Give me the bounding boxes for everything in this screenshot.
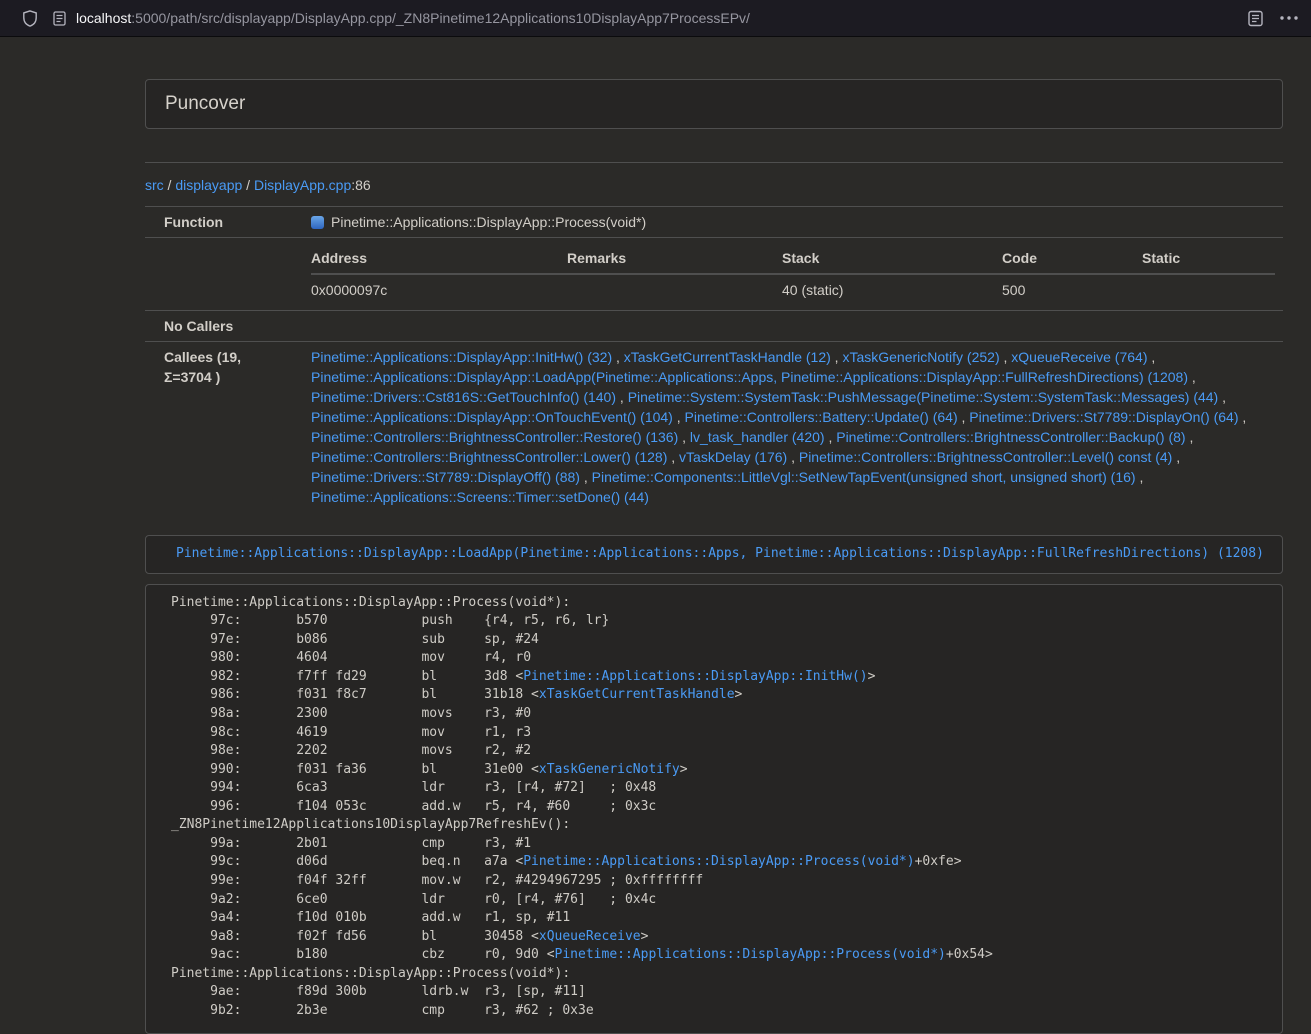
divider: [145, 162, 1283, 163]
reader-view-icon[interactable]: [1248, 10, 1263, 27]
callee-link[interactable]: xTaskGetCurrentTaskHandle (12): [624, 349, 831, 365]
callee-link[interactable]: Pinetime::Components::LittleVgl::SetNewT…: [592, 469, 1136, 485]
code-symbol-link[interactable]: xTaskGenericNotify: [539, 762, 680, 777]
breadcrumb-separator: /: [164, 177, 176, 193]
breadcrumb-link-displayapp[interactable]: displayapp: [175, 177, 242, 193]
function-signature: Pinetime::Applications::DisplayApp::Proc…: [331, 214, 646, 230]
code-symbol-link[interactable]: Pinetime::Applications::DisplayApp::Proc…: [523, 854, 914, 869]
symbol-table: Function Pinetime::Applications::Display…: [145, 206, 1283, 512]
callees-label: Callees (19, Σ=3704 ): [145, 342, 292, 513]
callee-link[interactable]: xQueueReceive (764): [1011, 349, 1147, 365]
callee-link[interactable]: Pinetime::Controllers::BrightnessControl…: [311, 429, 678, 445]
address-table: Address Remarks Stack Code Static 0x0000…: [311, 243, 1275, 305]
callee-link[interactable]: lv_task_handler (420): [690, 429, 825, 445]
remarks-value: [567, 274, 782, 305]
address-row: 0x0000097c 40 (static) 500: [311, 274, 1275, 305]
callee-link[interactable]: Pinetime::Applications::DisplayApp::Load…: [311, 369, 1188, 385]
url-path: :5000/path/src/displayapp/DisplayApp.cpp…: [131, 10, 750, 26]
callee-link[interactable]: vTaskDelay (176): [679, 449, 787, 465]
callee-link[interactable]: Pinetime::Controllers::Battery::Update()…: [685, 409, 958, 425]
code-symbol-link[interactable]: xQueueReceive: [539, 929, 641, 944]
breadcrumb: src / displayapp / DisplayApp.cpp:86: [145, 177, 1283, 193]
highlighted-callee-box: Pinetime::Applications::DisplayApp::Load…: [145, 535, 1283, 574]
highlighted-callee-link[interactable]: Pinetime::Applications::DisplayApp::Load…: [176, 546, 1264, 561]
breadcrumb-link-src[interactable]: src: [145, 177, 164, 193]
code-symbol-link[interactable]: xTaskGetCurrentTaskHandle: [539, 687, 735, 702]
details-label-empty: [145, 238, 292, 311]
callee-link[interactable]: Pinetime::Applications::Screens::Timer::…: [311, 489, 649, 505]
function-row: Function Pinetime::Applications::Display…: [145, 207, 1283, 238]
col-static: Static: [1142, 243, 1275, 274]
callee-link[interactable]: xTaskGenericNotify (252): [842, 349, 999, 365]
url-text[interactable]: localhost:5000/path/src/displayapp/Displ…: [76, 10, 750, 26]
details-row: Address Remarks Stack Code Static 0x0000…: [145, 238, 1283, 311]
app-header-panel: Puncover: [145, 79, 1283, 129]
app-title: Puncover: [165, 93, 1263, 115]
address-table-header: Address Remarks Stack Code Static: [311, 243, 1275, 274]
static-value: [1142, 274, 1275, 305]
callers-cell-empty: [292, 311, 1283, 342]
callees-row: Callees (19, Σ=3704 ) Pinetime::Applicat…: [145, 342, 1283, 513]
code-symbol-link[interactable]: Pinetime::Applications::DisplayApp::Init…: [523, 669, 867, 684]
disassembly-pre: Pinetime::Applications::DisplayApp::Proc…: [145, 584, 1283, 1034]
breadcrumb-line-number: :86: [351, 177, 370, 193]
function-type-icon: [311, 216, 324, 229]
browser-toolbar: localhost:5000/path/src/displayapp/Displ…: [0, 0, 1311, 37]
callee-link[interactable]: Pinetime::Applications::DisplayApp::OnTo…: [311, 409, 673, 425]
callee-link[interactable]: Pinetime::Applications::DisplayApp::Init…: [311, 349, 612, 365]
callee-link[interactable]: Pinetime::Controllers::BrightnessControl…: [836, 429, 1185, 445]
page-content: Puncover src / displayapp / DisplayApp.c…: [145, 37, 1283, 1034]
col-stack: Stack: [782, 243, 1002, 274]
code-symbol-link[interactable]: Pinetime::Applications::DisplayApp::Proc…: [555, 947, 946, 962]
callee-link[interactable]: Pinetime::Drivers::St7789::DisplayOn() (…: [969, 409, 1238, 425]
function-signature-cell: Pinetime::Applications::DisplayApp::Proc…: [292, 207, 1283, 238]
breadcrumb-link-file[interactable]: DisplayApp.cpp: [254, 177, 351, 193]
stack-value: 40 (static): [782, 274, 1002, 305]
callee-link[interactable]: Pinetime::Drivers::St7789::DisplayOff() …: [311, 469, 580, 485]
no-callers-label: No Callers: [145, 311, 292, 342]
url-bar[interactable]: localhost:5000/path/src/displayapp/Displ…: [47, 10, 1248, 26]
col-code: Code: [1002, 243, 1142, 274]
col-address: Address: [311, 243, 567, 274]
callers-row: No Callers: [145, 311, 1283, 342]
code-value: 500: [1002, 274, 1142, 305]
url-domain: localhost: [76, 10, 131, 26]
callee-link[interactable]: Pinetime::Controllers::BrightnessControl…: [799, 449, 1172, 465]
breadcrumb-separator: /: [242, 177, 254, 193]
shield-icon[interactable]: [22, 10, 38, 27]
function-label: Function: [145, 207, 292, 238]
col-remarks: Remarks: [567, 243, 782, 274]
page-actions-menu-icon[interactable]: [1280, 16, 1298, 20]
details-cell: Address Remarks Stack Code Static 0x0000…: [292, 238, 1283, 311]
callee-link[interactable]: Pinetime::Controllers::BrightnessControl…: [311, 449, 667, 465]
callee-link[interactable]: Pinetime::Drivers::Cst816S::GetTouchInfo…: [311, 389, 616, 405]
toolbar-actions: [1248, 10, 1311, 27]
address-value: 0x0000097c: [311, 274, 567, 305]
callees-list: Pinetime::Applications::DisplayApp::Init…: [292, 342, 1283, 513]
callee-link[interactable]: Pinetime::System::SystemTask::PushMessag…: [628, 389, 1219, 405]
page-info-icon[interactable]: [53, 11, 66, 26]
